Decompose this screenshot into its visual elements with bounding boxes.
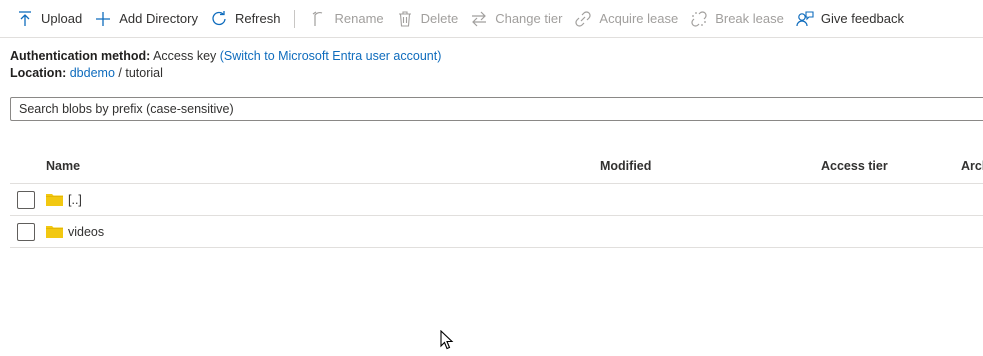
column-archive[interactable]: Arch xyxy=(961,159,983,173)
plus-icon xyxy=(94,10,112,28)
column-name[interactable]: Name xyxy=(46,159,80,173)
delete-button[interactable]: Delete xyxy=(390,4,465,34)
rename-button[interactable]: Rename xyxy=(303,4,389,34)
mouse-cursor-icon xyxy=(440,329,454,353)
rename-icon xyxy=(309,10,327,28)
auth-line: Authentication method: Access key (Switc… xyxy=(10,48,441,65)
link-icon xyxy=(574,10,592,28)
info-panel: Authentication method: Access key (Switc… xyxy=(10,48,441,82)
refresh-button[interactable]: Refresh xyxy=(204,4,287,34)
auth-label: Authentication method: xyxy=(10,49,151,63)
rename-label: Rename xyxy=(334,11,384,26)
acquire-lease-label: Acquire lease xyxy=(599,11,679,26)
folder-icon xyxy=(46,225,63,238)
row-checkbox[interactable] xyxy=(17,190,35,209)
upload-icon xyxy=(16,10,34,28)
location-label: Location: xyxy=(10,66,67,80)
broken-link-icon xyxy=(690,10,708,28)
trash-icon xyxy=(396,10,414,28)
blob-table: Name Modified Access tier Arch [..] vide… xyxy=(10,150,983,248)
table-row[interactable]: videos xyxy=(10,216,983,248)
search-input[interactable] xyxy=(10,97,983,121)
change-tier-label: Change tier xyxy=(495,11,563,26)
table-row[interactable]: [..] xyxy=(10,184,983,216)
give-feedback-label: Give feedback xyxy=(820,11,904,26)
row-checkbox[interactable] xyxy=(17,222,35,241)
table-header: Name Modified Access tier Arch xyxy=(10,150,983,184)
add-directory-label: Add Directory xyxy=(119,11,198,26)
column-modified[interactable]: Modified xyxy=(600,159,651,173)
refresh-icon xyxy=(210,10,228,28)
switch-auth-link[interactable]: (Switch to Microsoft Entra user account) xyxy=(220,49,442,63)
location-path: tutorial xyxy=(125,66,163,80)
folder-icon xyxy=(46,193,63,206)
acquire-lease-button[interactable]: Acquire lease xyxy=(568,4,684,34)
change-tier-button[interactable]: Change tier xyxy=(464,4,568,34)
refresh-label: Refresh xyxy=(234,11,281,26)
location-line: Location: dbdemo / tutorial xyxy=(10,65,441,82)
feedback-icon xyxy=(796,10,814,28)
toolbar: Upload Add Directory Refresh Rename Dele… xyxy=(0,0,983,38)
give-feedback-button[interactable]: Give feedback xyxy=(790,4,910,34)
add-directory-button[interactable]: Add Directory xyxy=(88,4,204,34)
auth-value: Access key xyxy=(153,49,217,63)
delete-label: Delete xyxy=(420,11,459,26)
upload-label: Upload xyxy=(41,11,83,26)
toolbar-divider xyxy=(294,9,296,28)
swap-icon xyxy=(470,10,488,28)
container-link[interactable]: dbdemo xyxy=(70,66,115,80)
break-lease-label: Break lease xyxy=(715,11,784,26)
upload-button[interactable]: Upload xyxy=(10,4,88,34)
row-name[interactable]: videos xyxy=(68,225,104,239)
location-separator: / xyxy=(118,66,122,80)
row-name[interactable]: [..] xyxy=(68,193,82,207)
column-access-tier[interactable]: Access tier xyxy=(821,159,888,173)
break-lease-button[interactable]: Break lease xyxy=(684,4,790,34)
